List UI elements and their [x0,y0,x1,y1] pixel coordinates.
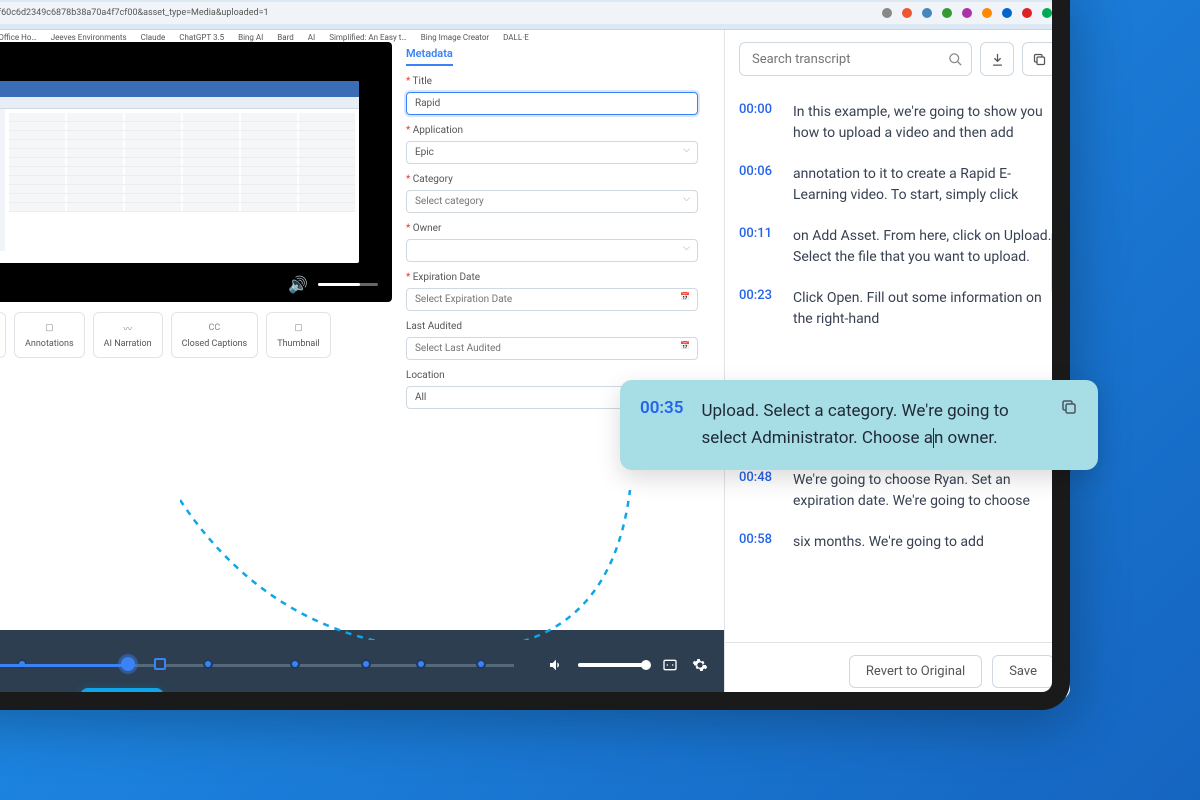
category-select[interactable] [406,190,698,213]
application-label: Application [406,125,698,136]
timeline-marker[interactable] [416,659,426,669]
time-badge: 00:35 [80,688,164,700]
metadata-tab[interactable]: Metadata [406,47,453,66]
title-input[interactable] [406,92,698,115]
tool-trim[interactable]: ✂Trim [0,312,6,358]
revert-button[interactable]: Revert to Original [849,655,982,688]
captions-icon[interactable] [662,657,678,673]
transcript-row[interactable]: 00:06annotation to it to create a Rapid … [739,154,1056,216]
search-icon[interactable] [948,52,963,67]
last-audited-label: Last Audited [406,321,698,332]
transcript-highlight[interactable]: 00:35 Upload. Select a category. We're g… [620,380,1098,470]
owner-label: Owner [406,223,698,234]
transcript-row[interactable]: 00:23Click Open. Fill out some informati… [739,278,1056,340]
timeline-marker[interactable] [361,659,371,669]
timeline-marker[interactable] [476,659,486,669]
tool-thumbnail[interactable]: ▢Thumbnail [266,312,330,358]
tool-closed-captions[interactable]: CCClosed Captions [171,312,259,358]
volume-icon[interactable]: 🔊 [288,275,308,294]
category-label: Category [406,174,698,185]
application-select[interactable] [406,141,698,164]
save-button[interactable]: Save [992,655,1054,688]
timeline-annotation[interactable] [154,658,166,670]
timeline-marker[interactable] [203,659,213,669]
video-frame [0,81,359,263]
transcript-row[interactable]: 00:00In this example, we're going to sho… [739,92,1056,154]
extension-icons [882,8,1052,18]
transcript-list[interactable]: 00:00In this example, we're going to sho… [725,88,1070,642]
volume-icon[interactable] [548,657,564,673]
timeline-playhead[interactable] [121,657,135,671]
highlight-text[interactable]: Upload. Select a category. We're going t… [701,398,1042,452]
search-input[interactable] [748,44,948,75]
tool-annotations[interactable]: ▢Annotations [14,312,85,358]
timeline-marker[interactable] [290,659,300,669]
volume-slider[interactable] [318,283,378,286]
search-box[interactable] [739,42,972,76]
download-button[interactable] [980,42,1014,76]
browser-chrome: (27) Biden WANTS To Debate S… × + — ☐ × … [0,0,1070,30]
transcript-row[interactable]: 00:11on Add Asset. From here, click on U… [739,216,1056,278]
video-player[interactable]: 🔊 [0,42,392,302]
expiration-label: Expiration Date [406,272,698,283]
last-audited-input[interactable] [406,337,698,360]
settings-icon[interactable] [692,657,708,673]
title-label: Title [406,76,698,87]
copy-button[interactable] [1022,42,1056,76]
transcript-row[interactable]: 00:58six months. We're going to add [739,522,1056,563]
tool-ai-narration[interactable]: 〰AI Narration [93,312,163,358]
expiration-input[interactable] [406,288,698,311]
copy-icon[interactable] [1060,398,1078,452]
address-bar[interactable]: d=66e7f60c6d2349c6878b38a70a4f7cf00&asse… [0,2,1062,24]
highlight-time: 00:35 [640,398,683,452]
url-text: d=66e7f60c6d2349c6878b38a70a4f7cf00&asse… [0,8,269,18]
timeline-volume-slider[interactable] [578,663,648,667]
timeline-marker[interactable] [17,659,27,669]
owner-select[interactable] [406,239,698,262]
